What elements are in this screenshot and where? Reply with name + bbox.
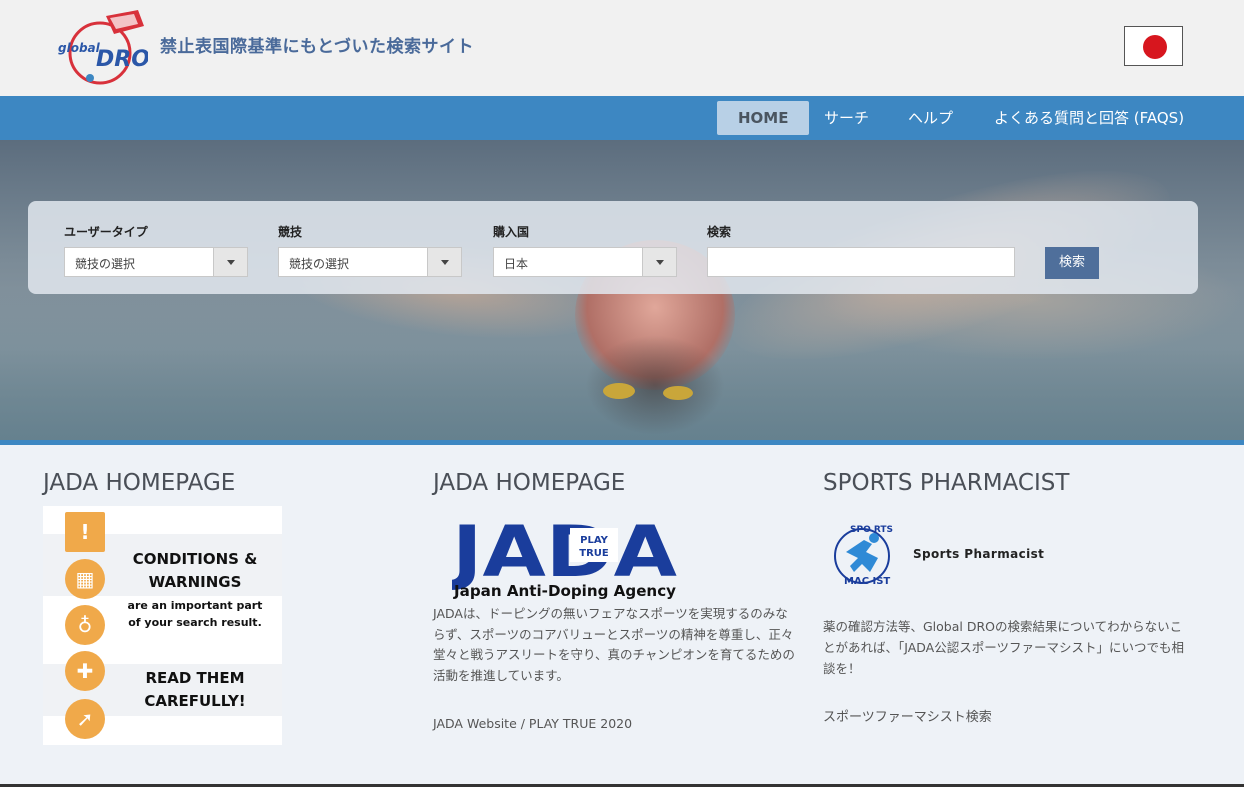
chevron-down-icon — [656, 260, 664, 265]
banner-line-5: READ THEM — [145, 669, 245, 687]
user-type-dropdown-button[interactable] — [213, 248, 247, 276]
svg-text:MAC IST: MAC IST — [844, 576, 890, 587]
sports-pharmacist-name: Sports Pharmacist — [913, 547, 1045, 561]
sports-pharmacist-logo[interactable]: SPO RTS MAC IST — [832, 522, 906, 588]
svg-text:DRO: DRO — [96, 47, 148, 72]
nav-home[interactable]: HOME — [717, 101, 810, 135]
conditions-warnings-banner[interactable]: ! ▦ ♁ ✚ ➚ CONDITIONS & WARNINGS are an i… — [43, 506, 282, 745]
country-value: 日本 — [504, 257, 529, 271]
site-tagline: 禁止表国際基準にもとづいた検索サイト — [160, 37, 474, 57]
nav-faqs[interactable]: よくある質問と回答 (FAQS) — [994, 101, 1184, 135]
sport-label: 競技 — [278, 225, 303, 239]
nav-help[interactable]: ヘルプ — [908, 101, 953, 135]
svg-text:JADA: JADA — [452, 512, 677, 593]
search-button[interactable]: 検索 — [1045, 247, 1099, 279]
country-select[interactable]: 日本 — [493, 247, 677, 277]
jada-website-link[interactable]: JADA Website / PLAY TRUE 2020 — [433, 716, 632, 731]
svg-text:SPO RTS: SPO RTS — [850, 525, 893, 535]
hero-banner: ユーザータイプ 競技の選択 競技 競技の選択 購入国 日本 検索 検索 — [0, 140, 1244, 440]
banner-line-3: are an important part — [127, 599, 263, 612]
flag-sun — [1143, 35, 1167, 59]
country-label: 購入国 — [493, 225, 530, 239]
site-header: global DRO 禁止表国際基準にもとづいた検索サイト — [0, 0, 1244, 96]
pharmacist-description: 薬の確認方法等、Global DROの検索結果についてわからないことがあれば、「… — [823, 619, 1184, 676]
svg-text:TRUE: TRUE — [579, 548, 609, 559]
right-column-title: SPORTS PHARMACIST — [823, 470, 1070, 496]
middle-column-title: JADA HOMEPAGE — [433, 470, 626, 496]
user-type-value: 競技の選択 — [75, 257, 136, 271]
chevron-down-icon — [441, 260, 449, 265]
svg-text:PLAY: PLAY — [580, 535, 608, 546]
banner-line-6: CAREFULLY! — [144, 692, 246, 710]
banner-line-2: WARNINGS — [148, 573, 242, 591]
sport-dropdown-button[interactable] — [427, 248, 461, 276]
country-dropdown-button[interactable] — [642, 248, 676, 276]
hero-goggle-left — [603, 383, 635, 399]
japan-flag-icon[interactable] — [1124, 26, 1183, 66]
warning-triangle-icon: ! — [65, 512, 105, 552]
nav-search[interactable]: サーチ — [824, 101, 869, 135]
chevron-down-icon — [227, 260, 235, 265]
sport-select[interactable]: 競技の選択 — [278, 247, 462, 277]
banner-line-1: CONDITIONS & — [132, 550, 258, 568]
search-panel: ユーザータイプ 競技の選択 競技 競技の選択 購入国 日本 検索 検索 — [28, 201, 1198, 294]
banner-line-4: of your search result. — [128, 616, 262, 629]
svg-text:global: global — [58, 41, 101, 55]
jada-description: JADAは、ドーピングの無いフェアなスポーツを実現するのみならず、スポーツのコア… — [433, 606, 795, 683]
global-dro-logo[interactable]: global DRO — [56, 8, 148, 86]
iv-drip-icon: ♁ — [65, 605, 105, 645]
runner-icon: ➚ — [65, 699, 105, 739]
calendar-icon: ▦ — [65, 559, 105, 599]
hero-divider — [0, 440, 1244, 445]
user-type-select[interactable]: 競技の選択 — [64, 247, 248, 277]
left-column-title: JADA HOMEPAGE — [43, 470, 236, 496]
main-nav: HOME サーチ ヘルプ よくある質問と回答 (FAQS) — [0, 96, 1244, 140]
pharmacist-search-link[interactable]: スポーツファーマシスト検索 — [823, 706, 992, 725]
search-input[interactable] — [707, 247, 1015, 277]
search-label: 検索 — [707, 225, 732, 239]
hero-goggle-right — [663, 386, 693, 400]
svg-text:Japan Anti-Doping Agency: Japan Anti-Doping Agency — [453, 582, 676, 600]
jada-logo[interactable]: JADA PLAY TRUE Japan Anti-Doping Agency — [452, 512, 682, 602]
user-type-label: ユーザータイプ — [64, 225, 148, 239]
sport-value: 競技の選択 — [289, 257, 350, 271]
medication-icon: ✚ — [65, 651, 105, 691]
